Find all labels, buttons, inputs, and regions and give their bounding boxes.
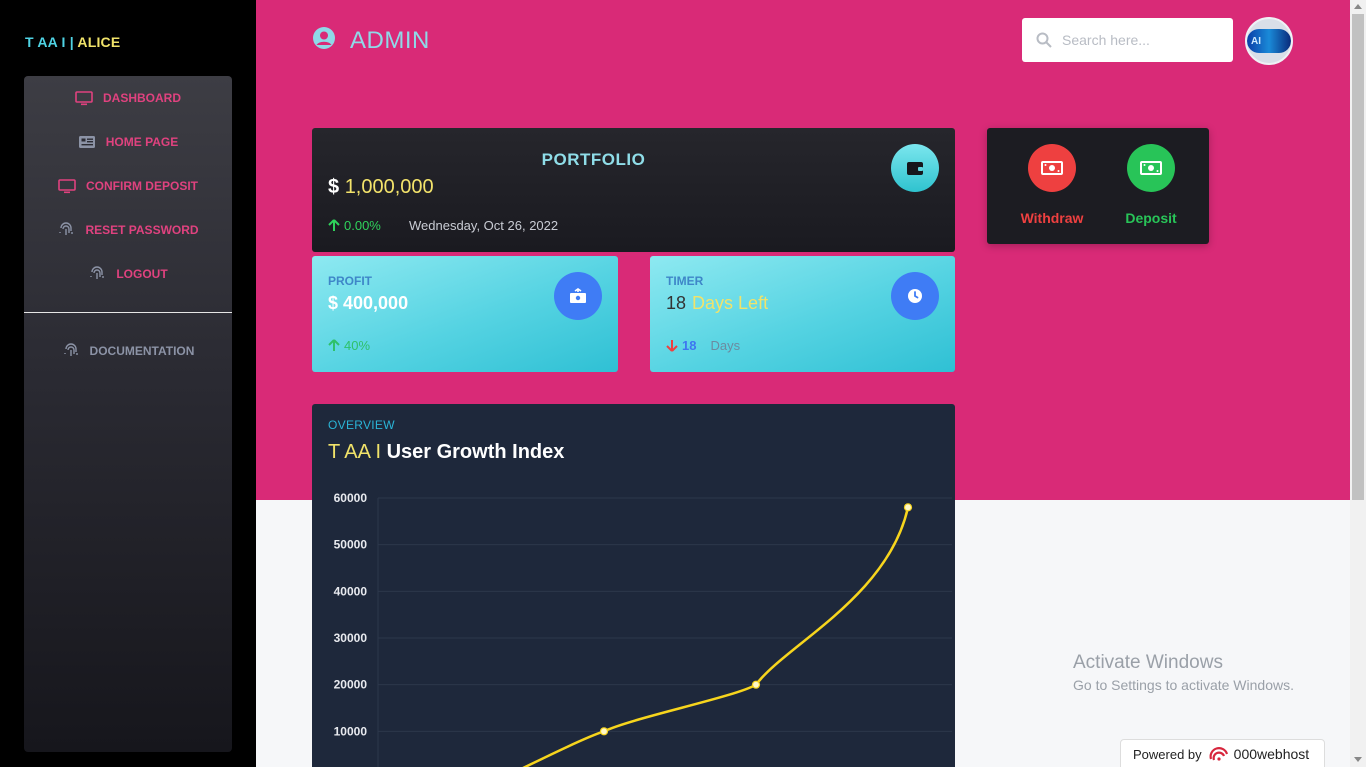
search-input[interactable]: [1062, 32, 1222, 48]
profit-label: PROFIT: [328, 274, 372, 288]
sidebar-item-confirm-deposit[interactable]: CONFIRM DEPOSIT: [24, 172, 232, 200]
deposit-label: Deposit: [1125, 210, 1177, 226]
activate-windows-title: Activate Windows: [1073, 652, 1223, 673]
y-tick-label: 10000: [334, 724, 368, 738]
brand-separator: |: [69, 34, 74, 50]
fingerprint-icon: [62, 343, 80, 359]
powered-by-label: Powered by: [1133, 746, 1202, 762]
portfolio-change: 0.00%: [328, 218, 381, 233]
brand-part1: T AA I: [25, 34, 66, 50]
monitor-icon: [58, 178, 76, 194]
timer-foot-number: 18: [682, 338, 697, 353]
sidebar-item-label: DASHBOARD: [103, 91, 181, 105]
profit-value: $ 400,000: [328, 293, 409, 313]
timer-card: TIMER 18 Days Left 18 Days: [650, 256, 955, 372]
deposit-button[interactable]: Deposit: [1106, 144, 1196, 226]
y-tick-label: 40000: [334, 584, 368, 598]
fingerprint-icon: [88, 266, 106, 282]
webhost-brand-text: 000webhost: [1233, 746, 1310, 762]
profit-change-value: 40%: [344, 338, 371, 353]
portfolio-change-value: 0.00%: [344, 218, 381, 233]
sidebar-item-label: RESET PASSWORD: [85, 223, 199, 237]
money-icon: [1127, 144, 1175, 192]
wallet-icon[interactable]: [891, 144, 939, 192]
timer-suffix: Days Left: [692, 293, 769, 313]
activate-windows-subtitle: Go to Settings to activate Windows.: [1073, 677, 1294, 693]
sidebar-item-dashboard[interactable]: DASHBOARD: [24, 84, 232, 112]
y-tick-label: 20000: [334, 678, 368, 692]
user-circle-icon: [312, 26, 336, 55]
avatar-image: AI: [1247, 29, 1291, 53]
newspaper-icon: [78, 134, 96, 150]
sidebar-divider: [24, 312, 232, 313]
timer-number: 18: [666, 293, 687, 313]
y-tick-label: 50000: [334, 538, 368, 552]
arrow-up-icon: [328, 339, 340, 352]
powered-by-badge[interactable]: Powered by 000webhost: [1120, 739, 1325, 767]
brand-part2: ALICE: [77, 34, 121, 50]
portfolio-currency: $: [328, 176, 340, 198]
y-tick-label: 60000: [334, 491, 368, 505]
scrollbar-thumb[interactable]: [1352, 14, 1364, 500]
timer-value: 18 Days Left: [666, 293, 768, 314]
portfolio-value: 1,000,000: [344, 176, 434, 198]
arrow-down-icon: [666, 339, 678, 352]
left-rail: T AA I | ALICE DASHBOARD HOME PAGE CONFI…: [0, 0, 256, 767]
data-point[interactable]: [599, 727, 609, 736]
timer-footer: 18 Days: [666, 338, 740, 353]
overview-chart-card: OVERVIEW T AA I User Growth Index 60000 5…: [312, 404, 955, 767]
user-growth-chart: 60000 50000 40000 30000 20000 10000: [334, 491, 952, 767]
search-icon: [1036, 32, 1052, 48]
actions-card: Withdraw Deposit: [987, 128, 1209, 244]
data-point[interactable]: [751, 680, 761, 689]
webhost-logo-icon: [1208, 745, 1230, 763]
timer-foot-unit: Days: [710, 338, 741, 353]
sidebar-item-reset-password[interactable]: RESET PASSWORD: [24, 216, 232, 244]
series-line: [522, 507, 910, 767]
fingerprint-icon: [57, 222, 75, 238]
money-bill-icon[interactable]: [554, 272, 602, 320]
portfolio-card: PORTFOLIO $ 1,000,000 0.00% Wednesday, O…: [312, 128, 955, 252]
sidebar-item-logout[interactable]: LOGOUT: [24, 260, 232, 288]
data-point[interactable]: [903, 503, 913, 512]
page-header: ADMIN: [312, 26, 430, 55]
vertical-scrollbar[interactable]: [1350, 0, 1366, 767]
sidebar-item-label: HOME PAGE: [105, 135, 179, 149]
arrow-up-icon: [328, 219, 340, 232]
money-icon: [1028, 144, 1076, 192]
monitor-icon: [75, 90, 93, 106]
withdraw-button[interactable]: Withdraw: [1007, 144, 1097, 226]
page-title: ADMIN: [350, 26, 430, 54]
brand-logo[interactable]: T AA I | ALICE: [25, 34, 120, 50]
avatar[interactable]: AI: [1245, 17, 1293, 65]
portfolio-title: PORTFOLIO: [541, 150, 646, 169]
withdraw-label: Withdraw: [1020, 210, 1084, 226]
timer-label: TIMER: [666, 274, 704, 288]
sidebar-item-label: CONFIRM DEPOSIT: [85, 179, 198, 193]
sidebar-item-home-page[interactable]: HOME PAGE: [24, 128, 232, 156]
y-tick-label: 30000: [334, 631, 368, 645]
portfolio-amount: $ 1,000,000: [328, 176, 434, 199]
search-box[interactable]: [1022, 18, 1233, 62]
scroll-up-arrow-icon[interactable]: [1354, 4, 1362, 9]
profit-change: 40%: [328, 338, 370, 353]
clock-icon[interactable]: [891, 272, 939, 320]
profit-card: PROFIT $ 400,000 40%: [312, 256, 618, 372]
webhost-brand: 000webhost: [1208, 745, 1310, 763]
sidebar-item-label: DOCUMENTATION: [89, 344, 195, 358]
scroll-down-arrow-icon[interactable]: [1354, 757, 1362, 762]
portfolio-date: Wednesday, Oct 26, 2022: [409, 218, 559, 233]
sidebar: DASHBOARD HOME PAGE CONFIRM DEPOSIT RESE…: [24, 76, 232, 752]
sidebar-item-documentation[interactable]: DOCUMENTATION: [24, 337, 232, 365]
sidebar-item-label: LOGOUT: [116, 267, 168, 281]
